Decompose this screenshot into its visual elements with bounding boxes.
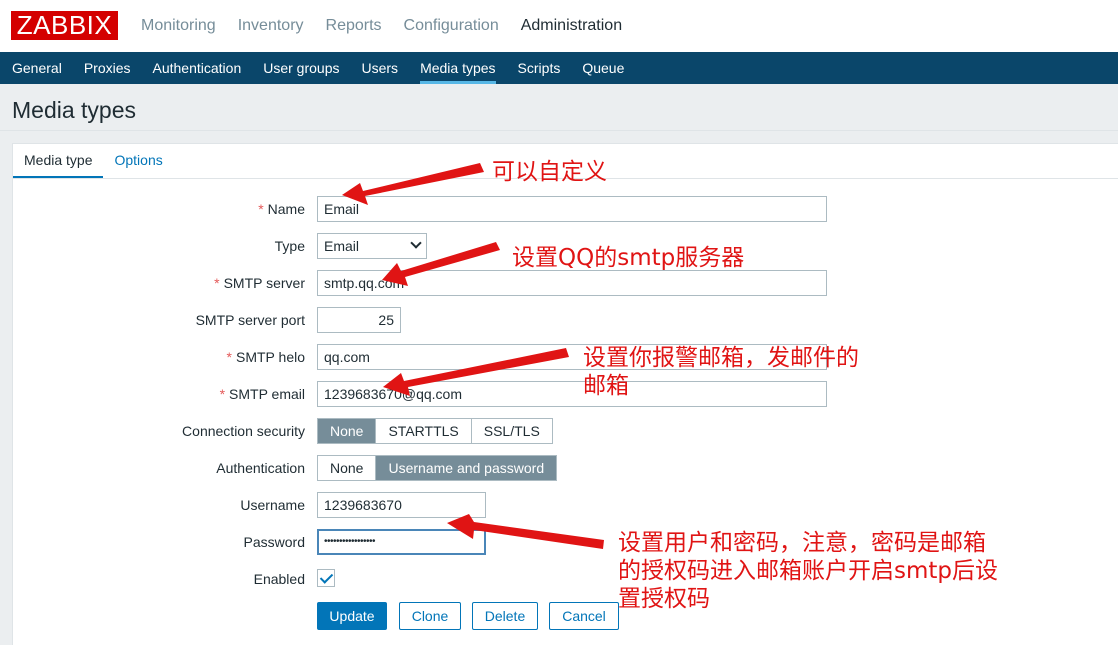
subnav-queue[interactable]: Queue: [571, 52, 635, 84]
smtp-port-label: SMTP server port: [195, 312, 305, 328]
annotation-password-line2: 的授权码进入邮箱账户开启smtp后设: [618, 558, 999, 584]
subnav-proxies[interactable]: Proxies: [73, 52, 142, 84]
authentication-label: Authentication: [216, 460, 305, 476]
auth-none-option[interactable]: None: [318, 456, 377, 480]
nav-administration[interactable]: Administration: [510, 0, 633, 52]
required-marker: *: [226, 349, 232, 365]
delete-button[interactable]: Delete: [472, 602, 538, 630]
enabled-label: Enabled: [253, 571, 305, 587]
password-input[interactable]: •••••••••••••••••: [317, 529, 486, 555]
annotation-name: 可以自定义: [492, 159, 607, 185]
subnav-general[interactable]: General: [1, 52, 73, 84]
username-input[interactable]: 1239683670: [317, 492, 486, 518]
nav-inventory[interactable]: Inventory: [227, 0, 315, 52]
annotation-password-line3: 置授权码: [618, 586, 710, 612]
sub-nav: General Proxies Authentication User grou…: [0, 52, 1118, 84]
subnav-media-types[interactable]: Media types: [409, 52, 506, 84]
auth-username-password-option[interactable]: Username and password: [376, 456, 557, 480]
page-title: Media types: [12, 97, 137, 123]
security-none-option[interactable]: None: [318, 419, 377, 443]
annotation-password-line1: 设置用户和密码，注意，密码是邮箱: [618, 530, 986, 556]
authentication-toggle: None Username and password: [317, 455, 558, 481]
subnav-authentication[interactable]: Authentication: [142, 52, 253, 84]
type-label: Type: [274, 238, 305, 254]
cancel-button[interactable]: Cancel: [549, 602, 619, 630]
enabled-checkbox[interactable]: [317, 569, 335, 587]
username-label: Username: [240, 497, 305, 513]
subnav-users[interactable]: Users: [351, 52, 410, 84]
password-label: Password: [243, 534, 305, 550]
required-marker: *: [214, 275, 220, 291]
connection-security-toggle: None STARTTLS SSL/TLS: [317, 418, 553, 444]
tab-bar: Media type Options: [13, 144, 174, 178]
zabbix-logo[interactable]: ZABBIX: [11, 11, 118, 40]
type-select[interactable]: Email: [317, 233, 427, 259]
nav-reports[interactable]: Reports: [315, 0, 393, 52]
clone-button[interactable]: Clone: [399, 602, 461, 630]
name-label: * Name: [258, 201, 305, 217]
nav-configuration[interactable]: Configuration: [393, 0, 510, 52]
security-ssl-tls-option[interactable]: SSL/TLS: [471, 419, 552, 443]
smtp-helo-label: * SMTP helo: [226, 349, 305, 365]
subnav-scripts[interactable]: Scripts: [507, 52, 572, 84]
annotation-email-line2: 邮箱: [583, 373, 629, 399]
tab-options[interactable]: Options: [103, 144, 173, 178]
annotation-smtp-server: 设置QQ的smtp服务器: [512, 245, 745, 271]
smtp-email-input[interactable]: 1239683670@qq.com: [317, 381, 827, 407]
smtp-email-label: * SMTP email: [219, 386, 305, 402]
nav-monitoring[interactable]: Monitoring: [130, 0, 227, 52]
required-marker: *: [258, 201, 264, 217]
required-marker: *: [219, 386, 226, 402]
name-input[interactable]: Email: [317, 196, 827, 222]
smtp-port-input[interactable]: 25: [317, 307, 401, 333]
annotation-email-line1: 设置你报警邮箱，发邮件的: [583, 345, 859, 371]
smtp-server-label: * SMTP server: [214, 275, 305, 291]
connection-security-label: Connection security: [182, 423, 305, 439]
security-starttls-option[interactable]: STARTTLS: [376, 419, 472, 443]
main-nav: Monitoring Inventory Reports Configurati…: [130, 0, 633, 52]
smtp-server-input[interactable]: smtp.qq.com: [317, 270, 827, 296]
subnav-user-groups[interactable]: User groups: [252, 52, 350, 84]
chevron-down-icon: [410, 237, 422, 249]
top-bar: ZABBIX Monitoring Inventory Reports Conf…: [0, 0, 1118, 52]
update-button[interactable]: Update: [317, 602, 387, 630]
tab-media-type[interactable]: Media type: [13, 144, 104, 178]
title-divider: [0, 130, 1118, 131]
